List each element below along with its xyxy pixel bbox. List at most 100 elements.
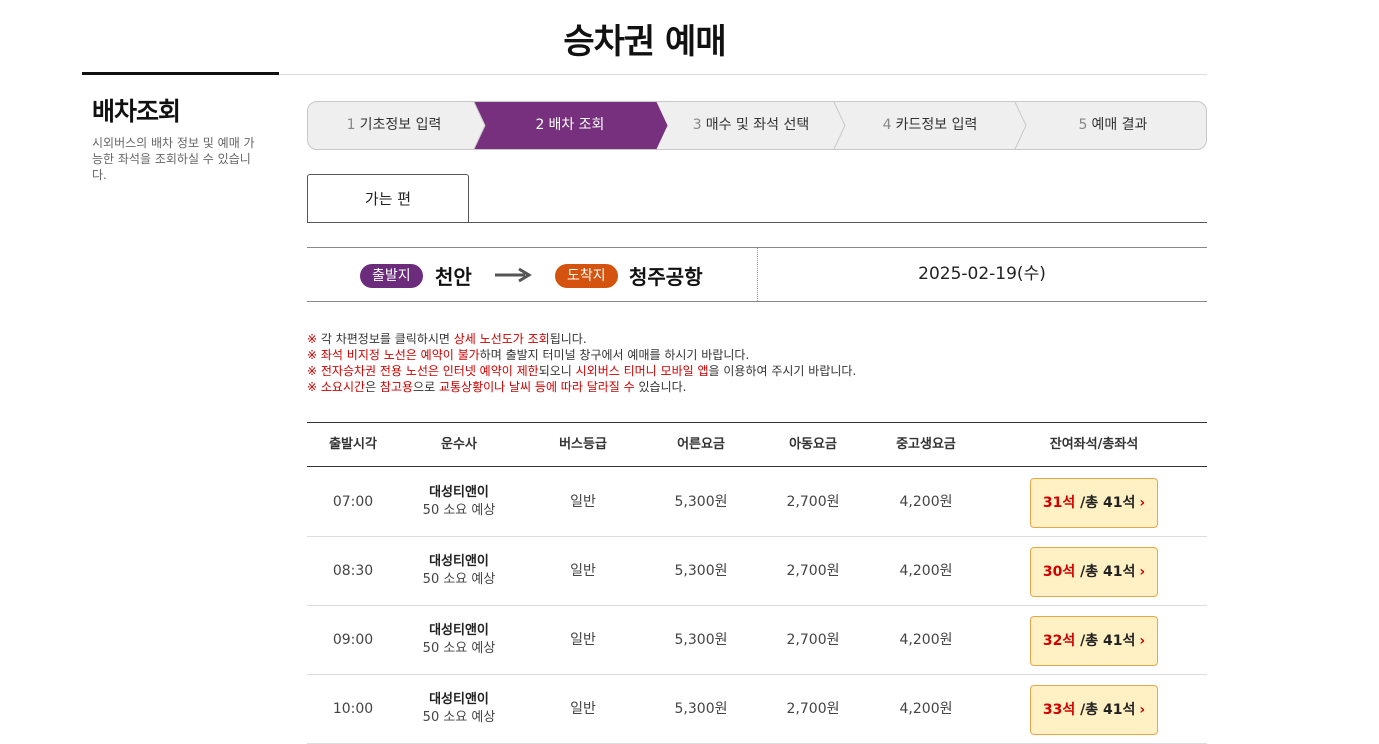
header-company: 운수사 [441, 437, 477, 452]
header-child-fare: 아동요금 [789, 437, 837, 452]
row-child-fare: 2,700원 [786, 701, 840, 717]
row-company: 대성티앤이 50 소요 예상 [399, 468, 519, 536]
row-grade: 일반 [570, 563, 596, 579]
notice-text: 을 이용하여 주시기 바랍니다. [708, 364, 857, 378]
row-grade: 일반 [570, 494, 596, 510]
arrival-city: 청주공항 [629, 265, 703, 289]
step-1: 1 기초정보 입력 [346, 117, 442, 133]
total-seats: /총 41석 [1075, 564, 1136, 580]
header-grade: 버스등급 [559, 437, 607, 452]
total-seats: /총 41석 [1075, 702, 1136, 718]
row-grade: 일반 [570, 632, 596, 648]
total-seats: /총 41석 [1075, 633, 1136, 649]
row-child-fare: 2,700원 [786, 494, 840, 510]
tab-outbound[interactable]: 가는 편 [307, 174, 469, 222]
row-teen-fare: 4,200원 [899, 632, 953, 648]
table-row[interactable]: 10:00 대성티앤이 50 소요 예상 일반 5,300원 2,700원 4,… [307, 675, 1207, 744]
notice-text: 됩니다. [549, 332, 587, 346]
sidebar-title: 배차조회 [92, 97, 181, 126]
notice-highlight: 좌석 비지정 노선은 예약이 불가 [320, 348, 480, 362]
row-company: 대성티앤이 50 소요 예상 [399, 537, 519, 605]
total-seats: /총 41석 [1075, 495, 1136, 511]
arrow-right-icon [495, 267, 532, 283]
company-name: 대성티앤이 [429, 554, 489, 569]
notice-text: 하며 출발지 터미널 창구에서 예매를 하시기 바랍니다. [479, 348, 750, 362]
row-teen-fare: 4,200원 [899, 701, 953, 717]
header-divider [279, 74, 1207, 75]
header-time: 출발시각 [329, 437, 377, 452]
notice-highlight: 소요시간 [320, 380, 366, 394]
duration-estimate: 50 소요 예상 [422, 503, 496, 518]
notice-line: ※ 좌석 비지정 노선은 예약이 불가하며 출발지 터미널 창구에서 예매를 하… [307, 347, 856, 363]
table-row[interactable]: 08:30 대성티앤이 50 소요 예상 일반 5,300원 2,700원 4,… [307, 537, 1207, 606]
notice-highlight: 전자승차권 전용 노선은 인터넷 예약이 제한 [320, 364, 539, 378]
notice-text: 되오니 [538, 364, 576, 378]
duration-estimate: 50 소요 예상 [422, 572, 496, 587]
step-4: 4 카드정보 입력 [882, 117, 978, 133]
row-time: 09:00 [332, 632, 374, 648]
row-time: 08:30 [332, 563, 374, 579]
notice-text: 있습니다. [634, 380, 687, 394]
notice-line: ※ 각 차편정보를 클릭하시면 상세 노선도가 조회됩니다. [307, 331, 856, 347]
table-row[interactable]: 07:00 대성티앤이 50 소요 예상 일반 5,300원 2,700원 4,… [307, 468, 1207, 537]
step-3: 3 매수 및 좌석 선택 [692, 117, 810, 133]
remaining-seats: 32석 [1042, 633, 1076, 649]
chevron-right-icon: › [1139, 633, 1146, 649]
reference-mark: ※ [307, 380, 318, 394]
table-header: 출발시각 운수사 버스등급 어른요금 아동요금 중고생요금 잔여좌석/총좌석 [307, 422, 1207, 467]
reference-mark: ※ [307, 332, 318, 346]
header-teen-fare: 중고생요금 [896, 437, 956, 452]
departure-date: 2025-02-19(수) [918, 264, 1046, 284]
row-grade: 일반 [570, 701, 596, 717]
chevron-right-icon: › [1139, 702, 1146, 718]
row-adult-fare: 5,300원 [674, 494, 728, 510]
row-time: 07:00 [332, 494, 374, 510]
remaining-seats: 33석 [1042, 702, 1076, 718]
seat-select-button[interactable]: 30석 /총 41석 › [1030, 547, 1158, 597]
row-adult-fare: 5,300원 [674, 632, 728, 648]
progress-steps: 1 기초정보 입력 2 배차 조회 3 매수 및 좌석 선택 4 카드정보 입력 5 예매… [307, 101, 1207, 150]
section-accent-bar [82, 72, 279, 75]
sidebar-description: 시외버스의 배차 정보 및 예매 가능한 좌석을 조회하실 수 있습니다. [92, 136, 255, 182]
seat-select-button[interactable]: 33석 /총 41석 › [1030, 685, 1158, 735]
row-company: 대성티앤이 50 소요 예상 [399, 675, 519, 743]
reference-mark: ※ [307, 348, 318, 362]
chevron-right-icon: › [1139, 495, 1146, 511]
departure-city: 천안 [435, 265, 472, 289]
notice-highlight: 참고용 [379, 380, 414, 394]
header-adult-fare: 어른요금 [677, 437, 725, 452]
notice-line: ※ 전자승차권 전용 노선은 인터넷 예약이 제한되오니 시외버스 티머니 모바… [307, 363, 856, 379]
remaining-seats: 31석 [1042, 495, 1076, 511]
step-2-active: 2 배차 조회 [535, 117, 605, 133]
notice-line: ※ 소요시간은 참고용으로 교통상황이나 날씨 등에 따라 달라질 수 있습니다… [307, 379, 856, 395]
arrival-badge: 도착지 [555, 264, 618, 288]
duration-estimate: 50 소요 예상 [422, 710, 496, 725]
table-row[interactable]: 09:00 대성티앤이 50 소요 예상 일반 5,300원 2,700원 4,… [307, 606, 1207, 675]
row-adult-fare: 5,300원 [674, 701, 728, 717]
row-child-fare: 2,700원 [786, 563, 840, 579]
row-teen-fare: 4,200원 [899, 494, 953, 510]
reference-mark: ※ [307, 364, 318, 378]
notice-text: 각 차편정보를 클릭하시면 [317, 332, 454, 346]
remaining-seats: 30석 [1042, 564, 1076, 580]
tab-divider [307, 222, 1207, 223]
header-seats: 잔여좌석/총좌석 [1049, 437, 1139, 452]
company-name: 대성티앤이 [429, 692, 489, 707]
notice-highlight: 상세 노선도가 조회 [453, 332, 550, 346]
step-5: 5 예매 결과 [1078, 117, 1148, 133]
notice-text: 으로 [413, 380, 439, 394]
seat-select-button[interactable]: 31석 /총 41석 › [1030, 478, 1158, 528]
row-company: 대성티앤이 50 소요 예상 [399, 606, 519, 674]
notice-highlight: 교통상황이나 날씨 등에 따라 달라질 수 [438, 380, 635, 394]
departure-badge: 출발지 [360, 264, 423, 288]
seat-select-button[interactable]: 32석 /총 41석 › [1030, 616, 1158, 666]
row-teen-fare: 4,200원 [899, 563, 953, 579]
company-name: 대성티앤이 [429, 485, 489, 500]
notice-text: 은 [365, 380, 380, 394]
row-child-fare: 2,700원 [786, 632, 840, 648]
notice-list: ※ 각 차편정보를 클릭하시면 상세 노선도가 조회됩니다. ※ 좌석 비지정 노… [307, 331, 856, 395]
company-name: 대성티앤이 [429, 623, 489, 638]
notice-highlight: 시외버스 티머니 모바일 앱 [575, 364, 709, 378]
duration-estimate: 50 소요 예상 [422, 641, 496, 656]
row-time: 10:00 [332, 701, 374, 717]
